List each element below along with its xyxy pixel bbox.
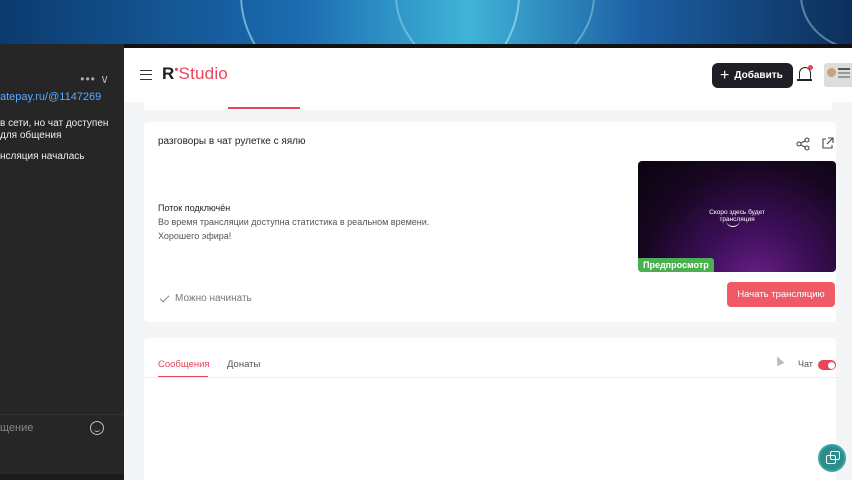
preview-badge: Предпросмотр [638,258,714,272]
add-button-label: Добавить [734,70,783,81]
add-button[interactable]: + Добавить [712,63,793,88]
hamburger-menu-icon[interactable] [140,70,152,80]
desktop-wallpaper [0,0,852,48]
support-chat-icon[interactable] [818,444,846,472]
active-tab-underline [228,107,300,109]
ready-indicator: Можно начинать [159,292,252,304]
stream-title: разговоры в чат рулетке с яялю [158,136,306,147]
top-tabs-scrolled [144,102,832,110]
donation-link[interactable]: atepay.ru/@1147269 [0,91,101,103]
app-header: R•Studio + Добавить [124,48,852,102]
chat-window-controls[interactable]: ••• ∨ [80,72,110,86]
preview-logo-arc [726,220,740,227]
chat-toggle-label: Чат [798,359,813,369]
studio-logo[interactable]: R•Studio [162,64,228,84]
chat-window-footer [0,474,124,480]
stream-preview[interactable]: Скоро здесь будет трансляция Предпросмот… [638,161,836,272]
chat-message-input[interactable]: щение [0,422,33,434]
user-avatar[interactable] [824,63,852,87]
emoji-icon[interactable] [90,421,104,435]
messages-panel: Сообщения Донаты Чат [144,338,836,480]
tab-donations[interactable]: Донаты [227,359,260,370]
check-icon [159,292,170,302]
stream-status-line: Во время трансляции доступна статистика … [158,217,430,227]
chat-window: ••• ∨ atepay.ru/@1147269 в сети, но чат … [0,44,124,480]
chat-toggle[interactable] [818,360,836,370]
tab-messages[interactable]: Сообщения [158,359,210,370]
plus-icon: + [720,66,730,84]
ready-text: Можно начинать [175,293,252,304]
studio-app: R•Studio + Добавить разговоры в чат руле… [124,48,852,480]
stream-status-line: Хорошего эфира! [158,231,232,241]
start-stream-button[interactable]: Начать трансляцию [727,282,835,307]
share-icon[interactable] [796,137,810,151]
divider [144,377,836,378]
stream-card: разговоры в чат рулетке с яялю Поток под… [144,122,836,322]
stream-status-title: Поток подключён [158,203,231,213]
chat-message: для общения [0,130,62,141]
notification-badge [808,65,813,70]
chat-message: нсляция началась [0,151,85,162]
external-link-icon[interactable] [821,137,834,150]
